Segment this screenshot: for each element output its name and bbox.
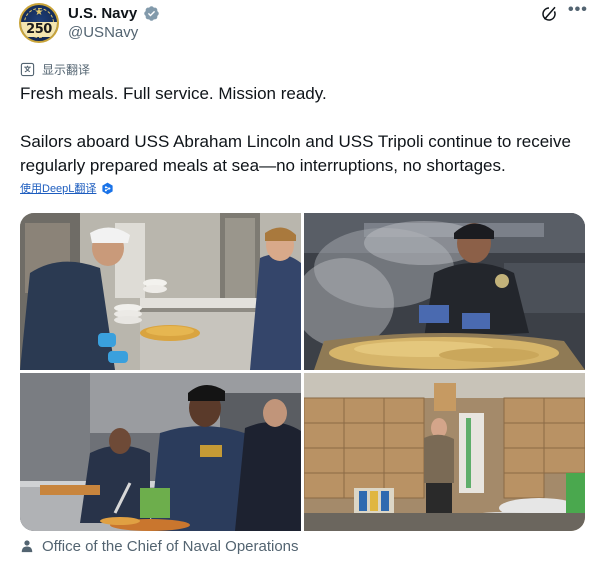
photo-cooking-noodles-steam[interactable] (304, 213, 585, 370)
tweet-text: Fresh meals. Full service. Mission ready… (20, 82, 590, 178)
tweet-line-1: Fresh meals. Full service. Mission ready… (20, 84, 327, 103)
media-credit[interactable]: Office of the Chief of Naval Operations (20, 537, 299, 555)
media-credit-text: Office of the Chief of Naval Operations (42, 537, 299, 555)
globe-translate-icon (20, 62, 35, 76)
photo-storeroom-boxes[interactable] (304, 373, 585, 531)
avatar[interactable]: ★ 250 (19, 3, 59, 43)
display-name[interactable]: U.S. Navy (68, 5, 137, 23)
deepl-translate-link[interactable]: 使用DeepL翻译 (20, 180, 96, 196)
show-translation-label: 显示翻译 (42, 62, 91, 77)
handle[interactable]: @USNavy (68, 24, 138, 42)
photo-serving-food-line[interactable] (20, 373, 301, 531)
star-icon: ★ (34, 7, 44, 18)
grok-icon[interactable] (540, 5, 558, 23)
verified-badge-icon (144, 6, 159, 21)
avatar-text: 250 (21, 22, 57, 37)
media-grid (20, 213, 585, 531)
more-icon[interactable]: ••• (568, 2, 588, 22)
photo-galley-serving-line[interactable] (20, 213, 301, 370)
deepl-translate-row: 使用DeepL翻译 (20, 180, 114, 196)
deepl-icon[interactable] (101, 182, 114, 195)
person-icon (21, 540, 33, 553)
tweet-line-2: Sailors aboard USS Abraham Lincoln and U… (20, 132, 571, 175)
show-translation-button[interactable]: 显示翻译 (20, 60, 90, 78)
